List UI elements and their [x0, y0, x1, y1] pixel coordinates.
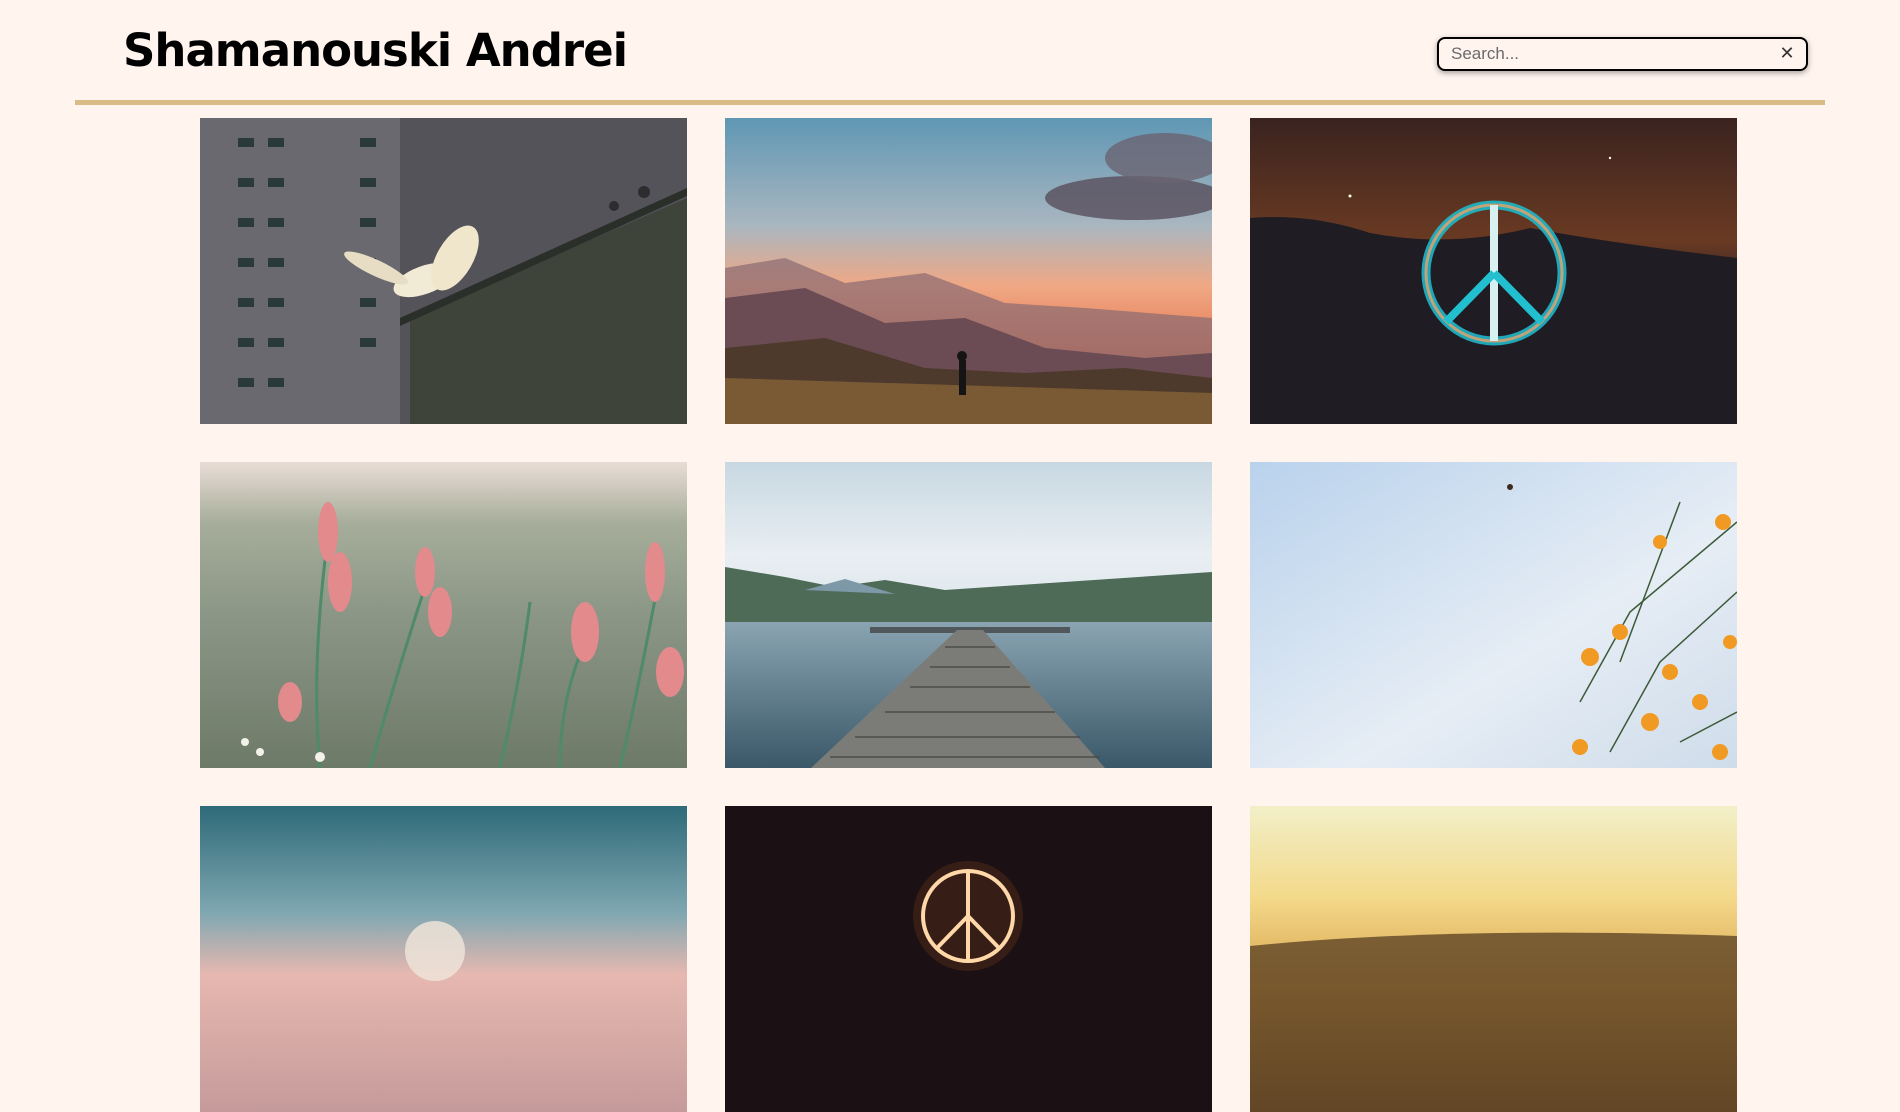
site-title: Shamanouski Andrei [123, 24, 628, 77]
gallery-image-pier-lake[interactable] [725, 462, 1212, 768]
glowing-peace-image [725, 806, 1212, 1112]
pink-grass-image [200, 462, 687, 768]
gallery-image-dandelion[interactable] [200, 806, 687, 1112]
gallery-image-mountain-sunset[interactable] [725, 118, 1212, 424]
neon-peace-image [1250, 118, 1737, 424]
gallery-image-neon-peace[interactable] [1250, 118, 1737, 424]
search-box[interactable]: ✕ [1437, 37, 1808, 71]
gallery-image-golden-sunset[interactable] [1250, 806, 1737, 1112]
close-icon[interactable]: ✕ [1776, 42, 1798, 66]
dandelion-image [200, 806, 687, 1112]
pier-lake-image [725, 462, 1212, 768]
search-input[interactable] [1451, 43, 1771, 65]
gallery-image-dove[interactable] [200, 118, 687, 424]
site-header: Shamanouski Andrei ✕ [75, 0, 1825, 105]
golden-sunset-image [1250, 806, 1737, 1112]
dove-image [200, 118, 687, 424]
gallery-image-pink-grass[interactable] [200, 462, 687, 768]
orange-flowers-image [1250, 462, 1737, 768]
mountain-sunset-image [725, 118, 1212, 424]
gallery-image-orange-flowers[interactable] [1250, 462, 1737, 768]
gallery-image-glowing-peace[interactable] [725, 806, 1212, 1112]
